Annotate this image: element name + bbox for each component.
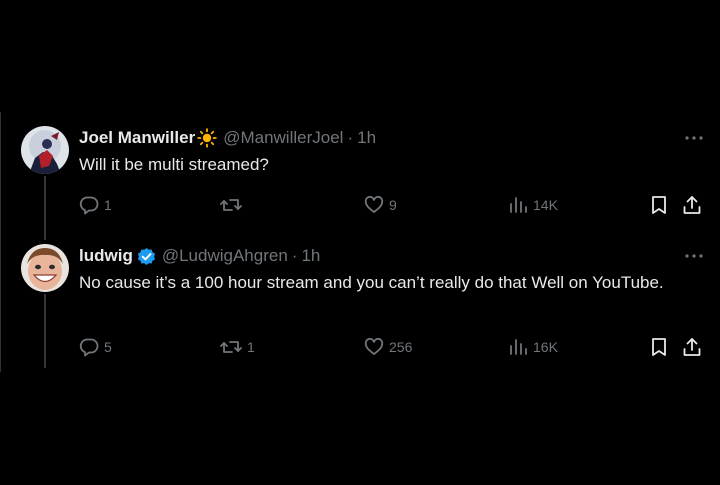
- avatar[interactable]: [21, 244, 69, 292]
- thread-connector: [44, 176, 46, 240]
- reply-icon: [79, 338, 99, 357]
- tweet[interactable]: Joel Manwiller @ManwillerJoel · 1h Will …: [0, 112, 720, 240]
- tweet[interactable]: ludwig @LudwigAhgren · 1h No cause it’s …: [0, 240, 720, 372]
- analytics-icon: [510, 339, 527, 355]
- timestamp[interactable]: 1h: [357, 128, 376, 148]
- retweet-icon: [220, 199, 242, 211]
- display-name[interactable]: ludwig: [79, 246, 133, 266]
- bookmark-icon: [652, 196, 666, 214]
- view-count: 14K: [533, 197, 558, 213]
- user-handle[interactable]: @ManwillerJoel: [223, 128, 343, 148]
- like-count: 9: [389, 197, 397, 213]
- like-button[interactable]: 9: [364, 194, 397, 216]
- tweet-text: Will it be multi streamed?: [79, 155, 269, 174]
- share-button[interactable]: [682, 336, 702, 358]
- share-button[interactable]: [682, 194, 702, 216]
- sun-emoji-icon: [197, 128, 217, 148]
- retweet-button[interactable]: [220, 194, 247, 216]
- action-bar: 5 1 256 16K: [79, 336, 709, 358]
- action-bar: 1 9 14K: [79, 194, 709, 216]
- bookmark-button[interactable]: [650, 194, 668, 216]
- bookmark-button[interactable]: [650, 336, 668, 358]
- reply-button[interactable]: 1: [79, 194, 112, 216]
- retweet-count: 1: [247, 339, 255, 355]
- share-icon: [683, 338, 701, 356]
- thread-connector: [44, 294, 46, 368]
- display-name[interactable]: Joel Manwiller: [79, 128, 195, 148]
- user-handle[interactable]: @LudwigAhgren: [162, 246, 288, 266]
- views-button[interactable]: 14K: [508, 194, 558, 216]
- reply-count: 1: [104, 197, 112, 213]
- tweet-text: No cause it’s a 100 hour stream and you …: [79, 273, 664, 292]
- reply-icon: [79, 196, 99, 215]
- verified-badge-icon: [137, 247, 156, 266]
- views-button[interactable]: 16K: [508, 336, 558, 358]
- tweet-header: ludwig @LudwigAhgren · 1h: [79, 245, 320, 267]
- heart-icon: [364, 337, 384, 355]
- tweet-header: Joel Manwiller @ManwillerJoel · 1h: [79, 127, 376, 149]
- timestamp[interactable]: 1h: [301, 246, 320, 266]
- heart-icon: [364, 195, 384, 213]
- retweet-icon: [220, 341, 242, 353]
- analytics-icon: [510, 197, 527, 213]
- more-options-icon[interactable]: [682, 128, 706, 148]
- like-button[interactable]: 256: [364, 336, 412, 358]
- avatar[interactable]: [21, 126, 69, 174]
- separator-dot: ·: [291, 246, 298, 265]
- reply-button[interactable]: 5: [79, 336, 112, 358]
- share-icon: [683, 196, 701, 214]
- bookmark-icon: [652, 338, 666, 356]
- reply-count: 5: [104, 339, 112, 355]
- reply-thread: Joel Manwiller @ManwillerJoel · 1h Will …: [0, 112, 720, 372]
- more-options-icon[interactable]: [682, 246, 706, 266]
- separator-dot: ·: [347, 128, 354, 147]
- retweet-button[interactable]: 1: [220, 336, 255, 358]
- view-count: 16K: [533, 339, 558, 355]
- like-count: 256: [389, 339, 413, 355]
